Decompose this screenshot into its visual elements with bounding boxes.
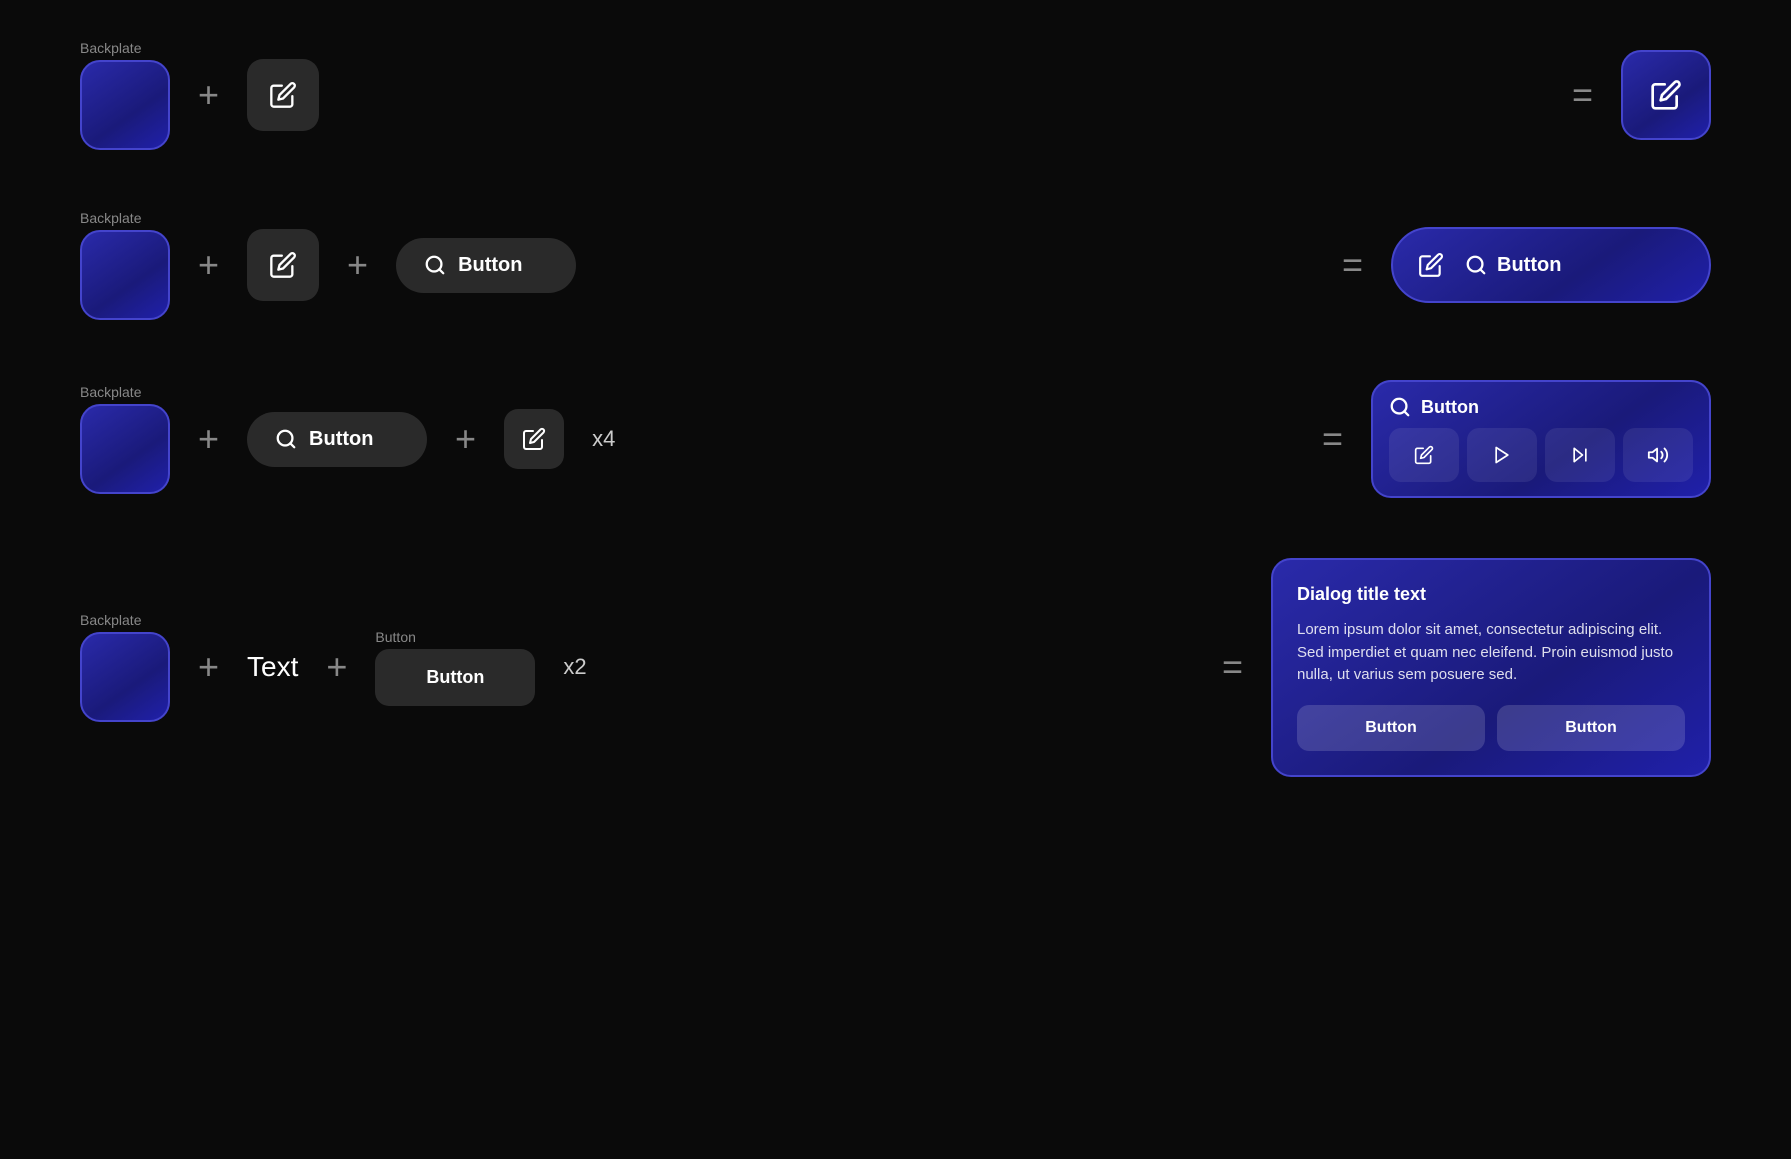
operator-4-1: +: [198, 646, 219, 688]
operator-4-2: +: [326, 646, 347, 688]
row-1: Backplate + =: [80, 40, 1711, 150]
equals-2: =: [1342, 244, 1363, 286]
equals-4: =: [1222, 646, 1243, 688]
dialog-btn-2[interactable]: Button: [1497, 705, 1685, 751]
multiplier-4: x2: [563, 654, 586, 680]
row-2: Backplate + + Button =: [80, 210, 1711, 320]
backplate-group-2: Backplate: [80, 210, 170, 320]
result-2: Button: [1391, 227, 1711, 303]
result-3: Button: [1371, 380, 1711, 498]
backplate-label-1: Backplate: [80, 40, 141, 56]
backplate-1: [80, 60, 170, 150]
text-element-4: Text: [247, 651, 298, 683]
result-1: [1621, 50, 1711, 140]
backplate-label-4: Backplate: [80, 612, 141, 628]
dialog-body: Lorem ipsum dolor sit amet, consectetur …: [1297, 619, 1685, 687]
result-3-icon-edit[interactable]: [1389, 428, 1459, 482]
dialog-btn-1[interactable]: Button: [1297, 705, 1485, 751]
result-2-button-text: Button: [1497, 254, 1561, 277]
edit-icon-btn-3[interactable]: [504, 409, 564, 469]
edit-icon-btn-2[interactable]: [247, 229, 319, 301]
operator-2-2: +: [347, 244, 368, 286]
result-3-icon-forward[interactable]: [1545, 428, 1615, 482]
operator-3-2: +: [455, 418, 476, 460]
search-pill-3[interactable]: Button: [247, 412, 427, 467]
button-label-4: Button: [375, 629, 415, 645]
operator-2-1: +: [198, 244, 219, 286]
result-3-button-text: Button: [1421, 397, 1479, 418]
dialog-title: Dialog title text: [1297, 584, 1685, 605]
edit-icon-btn-1[interactable]: [247, 59, 319, 131]
backplate-label-3: Backplate: [80, 384, 141, 400]
button-group-4: Button Button: [375, 629, 535, 706]
result-3-icon-volume[interactable]: [1623, 428, 1693, 482]
result-3-bottom: [1389, 428, 1693, 482]
result-2-search-area: Button: [1465, 254, 1561, 277]
backplate-group-3: Backplate: [80, 384, 170, 494]
backplate-group-4: Backplate: [80, 612, 170, 722]
operator-3-1: +: [198, 418, 219, 460]
multiplier-3: x4: [592, 426, 615, 452]
dark-button-4[interactable]: Button: [375, 649, 535, 706]
backplate-4: [80, 632, 170, 722]
backplate-2: [80, 230, 170, 320]
result-3-icon-play[interactable]: [1467, 428, 1537, 482]
result-2-edit-icon: [1409, 243, 1453, 287]
operator-1-1: +: [198, 74, 219, 116]
search-pill-text-2: Button: [458, 254, 522, 277]
row-3: Backplate + Button + x4 =: [80, 380, 1711, 498]
row-4: Backplate + Text + Button Button x2 = Di…: [80, 558, 1711, 777]
search-pill-text-3: Button: [309, 428, 373, 451]
backplate-group-1: Backplate: [80, 40, 170, 150]
result-4-dialog: Dialog title text Lorem ipsum dolor sit …: [1271, 558, 1711, 777]
backplate-label-2: Backplate: [80, 210, 141, 226]
backplate-3: [80, 404, 170, 494]
equals-1: =: [1572, 74, 1593, 116]
equals-3: =: [1322, 418, 1343, 460]
dialog-buttons: Button Button: [1297, 705, 1685, 751]
result-3-top: Button: [1389, 396, 1693, 418]
search-pill-2[interactable]: Button: [396, 238, 576, 293]
